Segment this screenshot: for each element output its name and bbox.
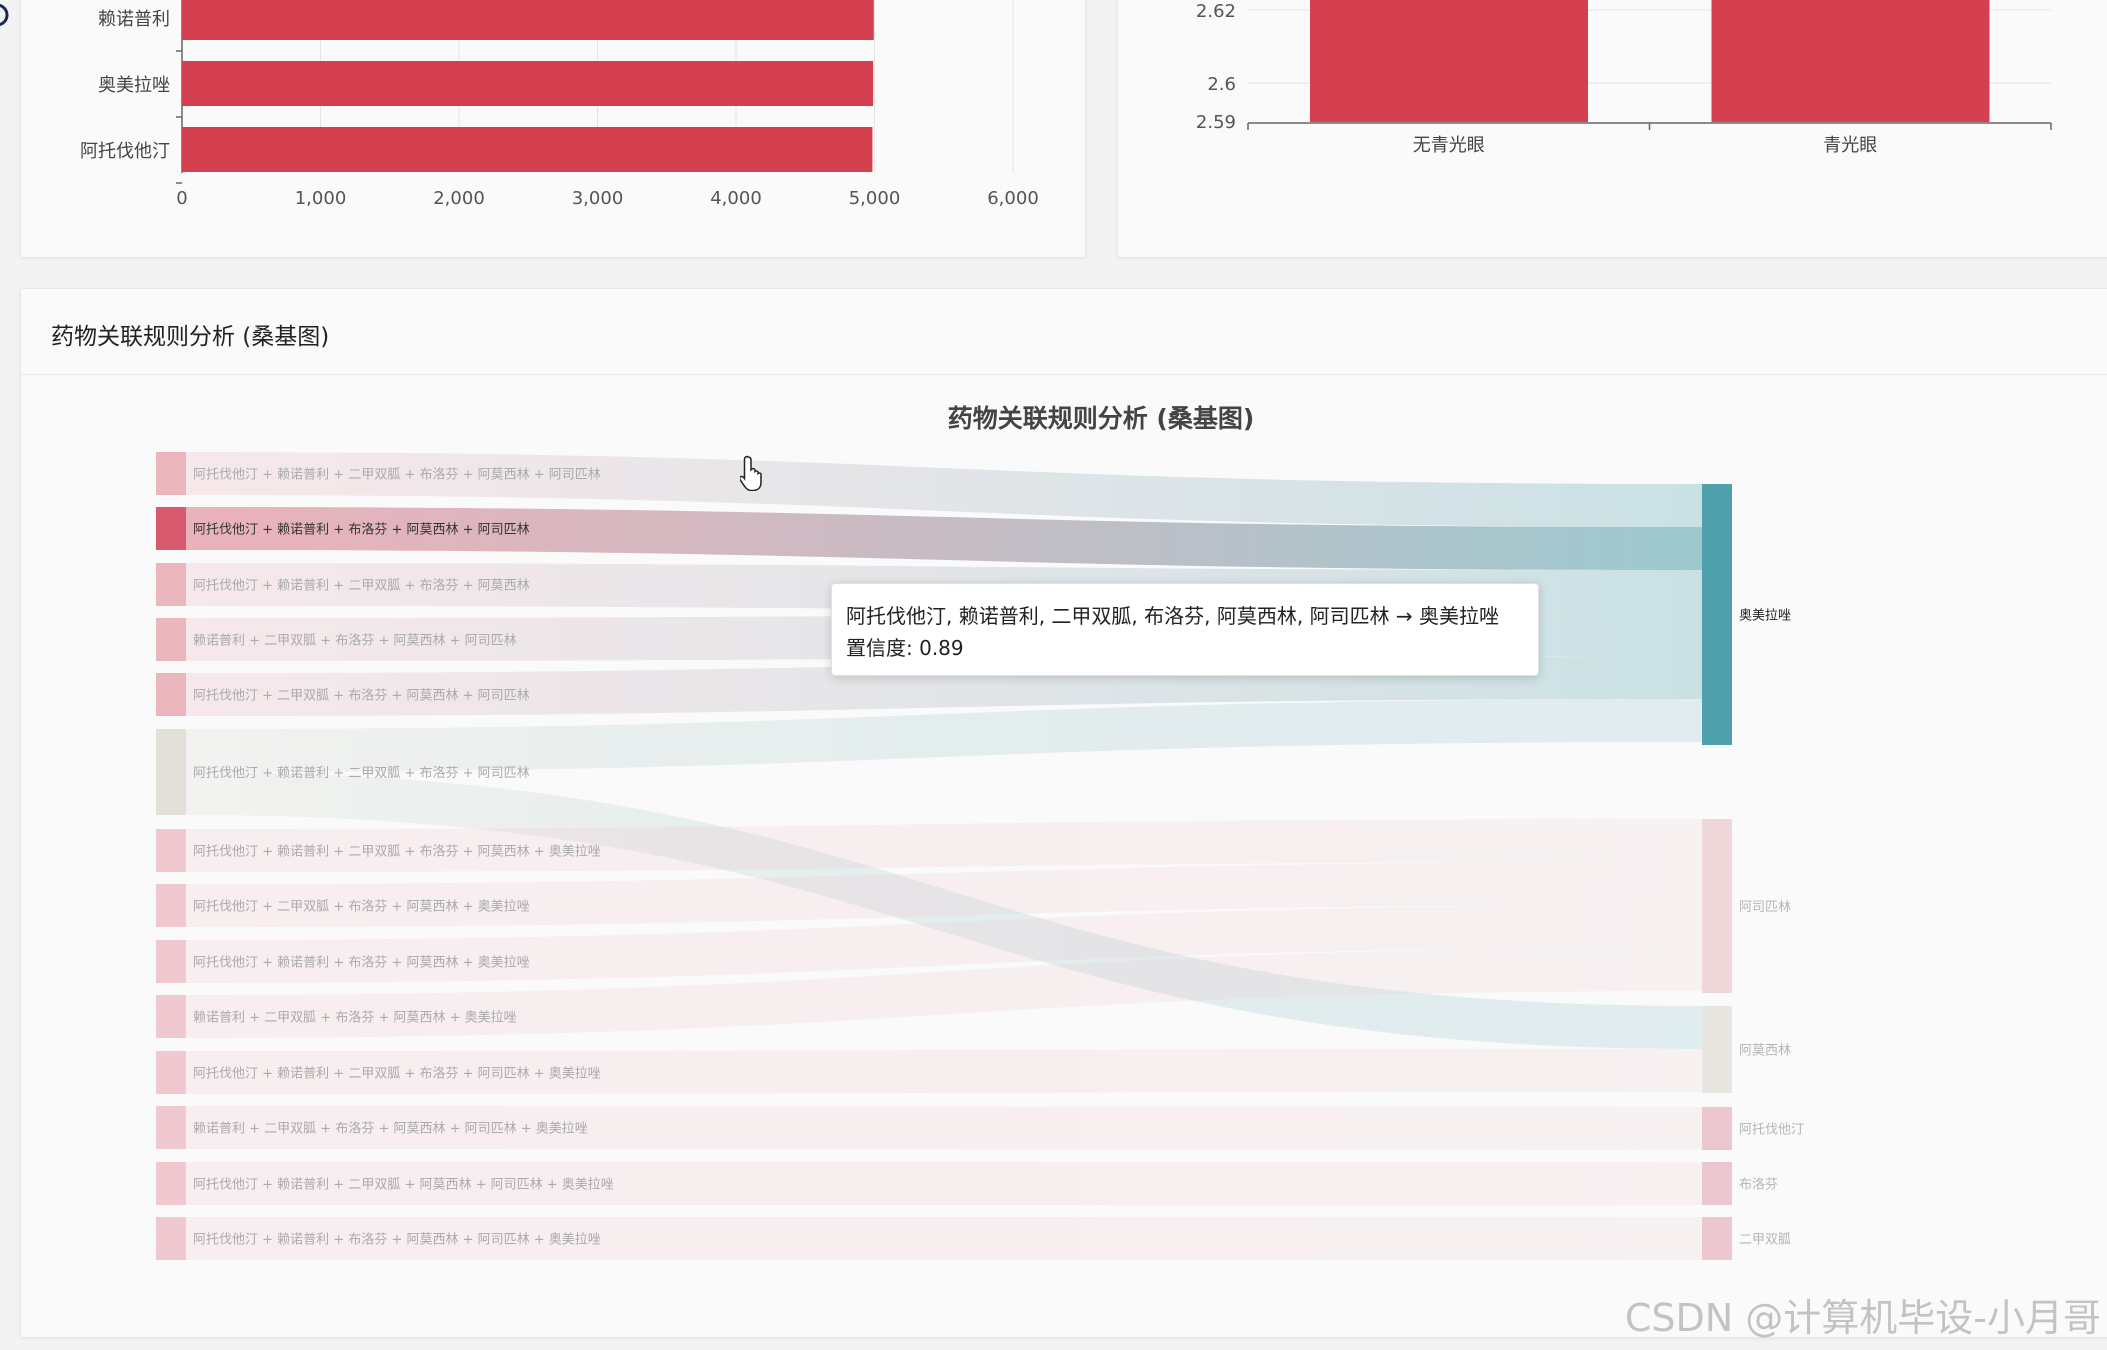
top-left-chart-card: 0 1,000 2,000 3,000 4,000 5,000 6,000 赖诺普利奥美拉唑阿… [20,0,1086,258]
sankey-source-node [156,1162,186,1205]
bar [1711,0,1990,122]
sankey-target-node [1702,484,1732,745]
hand-cursor-icon [738,455,768,495]
sankey-source-label: 阿托伐他汀 + 赖诺普利 + 二甲双胍 + 布洛芬 + 阿司匹林 [193,766,530,781]
sankey-source-label: 阿托伐他汀 + 二甲双胍 + 布洛芬 + 阿莫西林 + 奥美拉唑 [193,899,530,915]
sankey-target-label: 阿司匹林 [1739,900,1791,915]
sankey-source-label: 赖诺普利 + 二甲双胍 + 布洛芬 + 阿莫西林 + 奥美拉唑 [193,1010,517,1026]
x-tick-label: 1,000 [295,188,347,209]
y-tick-label: 2.6 [1207,74,1236,95]
sankey-source-node [156,618,186,661]
sankey-source-node [156,673,186,716]
sankey-source-node [156,507,186,550]
sankey-tooltip: 阿托伐他汀, 赖诺普利, 二甲双胍, 布洛芬, 阿莫西林, 阿司匹林 → 奥美拉… [831,583,1539,676]
x-category-label: 青光眼 [1823,135,1877,156]
sankey-target-node [1702,1006,1732,1093]
sankey-source-node [156,995,186,1038]
sankey-source-node [156,1051,186,1094]
sankey-source-label: 阿托伐他汀 + 赖诺普利 + 二甲双胍 + 阿莫西林 + 阿司匹林 + 奥美拉唑 [193,1177,614,1193]
top-right-chart-card: 2.62 2.6 2.59 无青光眼 青光眼 [1117,0,2107,258]
sankey-target-label: 阿莫西林 [1739,1044,1791,1059]
sankey-source-node [156,1106,186,1149]
y-tick-label: 2.62 [1196,1,1236,22]
x-tick-label: 3,000 [572,188,624,209]
top-left-bar-chart: 0 1,000 2,000 3,000 4,000 5,000 6,000 赖诺普利奥美拉唑阿… [80,0,1039,209]
sankey-source-node [156,729,186,815]
sankey-target-node [1702,1107,1732,1150]
sankey-source-label: 阿托伐他汀 + 赖诺普利 + 布洛芬 + 阿莫西林 + 阿司匹林 + 奥美拉唑 [193,1232,601,1248]
sankey-source-label: 赖诺普利 + 二甲双胍 + 布洛芬 + 阿莫西林 + 阿司匹林 + 奥美拉唑 [193,1121,588,1137]
sankey-source-label: 阿托伐他汀 + 赖诺普利 + 二甲双胍 + 布洛芬 + 阿司匹林 + 奥美拉唑 [193,1066,601,1082]
y-category-label: 赖诺普利 [98,9,170,30]
sankey-source-label: 阿托伐他汀 + 赖诺普利 + 布洛芬 + 阿莫西林 + 奥美拉唑 [193,955,530,971]
sankey-source-node [156,940,186,983]
sankey-target-node [1702,1217,1732,1260]
sankey-target-label: 二甲双胍 [1739,1233,1791,1248]
x-tick-label: 6,000 [987,188,1039,209]
watermark: CSDN @计算机毕设-小月哥 [1624,1296,2101,1340]
sankey-target-node [1702,819,1732,993]
sankey-source-node [156,1217,186,1260]
sankey-source-node [156,829,186,872]
bar [182,61,874,106]
x-tick-label: 4,000 [710,188,762,209]
sankey-card-title: 药物关联规则分析 (桑基图) [51,324,330,350]
x-tick-label: 5,000 [849,188,901,209]
sankey-source-label: 阿托伐他汀 + 赖诺普利 + 二甲双胍 + 布洛芬 + 阿莫西林 + 阿司匹林 [193,468,601,483]
y-tick-label: 2.59 [1196,112,1236,133]
bar [182,0,874,40]
x-tick-label: 2,000 [433,188,485,209]
bar [182,127,873,172]
sankey-source-node [156,563,186,606]
sankey-target-node [1702,1162,1732,1205]
x-category-label: 无青光眼 [1413,135,1485,156]
sankey-target-label: 奥美拉唑 [1739,608,1791,624]
sankey-source-label: 阿托伐他汀 + 赖诺普利 + 布洛芬 + 阿莫西林 + 阿司匹林 [193,523,530,538]
sankey-card: 药物关联规则分析 (桑基图) 药物关联规则分析 (桑基图) 阿托伐他汀 + 赖诺普… [20,288,2107,1338]
sankey-target-label: 布洛芬 [1739,1178,1778,1193]
y-category-label: 阿托伐他汀 [80,141,170,162]
tooltip-confidence: 置信度: 0.89 [846,636,964,660]
sankey-source-node [156,452,186,495]
sankey-title: 药物关联规则分析 (桑基图) [948,404,1255,433]
browser-edge-icon [0,2,10,32]
sankey-source-label: 阿托伐他汀 + 赖诺普利 + 二甲双胍 + 布洛芬 + 阿莫西林 [193,579,530,594]
sankey-source-label: 赖诺普利 + 二甲双胍 + 布洛芬 + 阿莫西林 + 阿司匹林 [193,634,517,649]
sankey-source-node [156,884,186,927]
y-category-label: 奥美拉唑 [98,75,170,96]
sankey-target-label: 阿托伐他汀 [1739,1123,1804,1138]
sankey-source-label: 阿托伐他汀 + 二甲双胍 + 布洛芬 + 阿莫西林 + 阿司匹林 [193,689,530,704]
sankey-chart[interactable]: 药物关联规则分析 (桑基图) 阿托伐他汀 + 赖诺普利 + 二甲双胍 + 布洛芬 … [21,289,2107,1337]
sankey-source-label: 阿托伐他汀 + 赖诺普利 + 二甲双胍 + 布洛芬 + 阿莫西林 + 奥美拉唑 [193,844,601,860]
x-tick-label: 0 [176,188,187,209]
tooltip-rule: 阿托伐他汀, 赖诺普利, 二甲双胍, 布洛芬, 阿莫西林, 阿司匹林 → 奥美拉… [846,604,1500,628]
sankey-card-header: 药物关联规则分析 (桑基图) [21,289,2107,375]
top-right-bar-chart: 2.62 2.6 2.59 无青光眼 青光眼 [1196,0,2052,156]
bar [1310,0,1588,122]
